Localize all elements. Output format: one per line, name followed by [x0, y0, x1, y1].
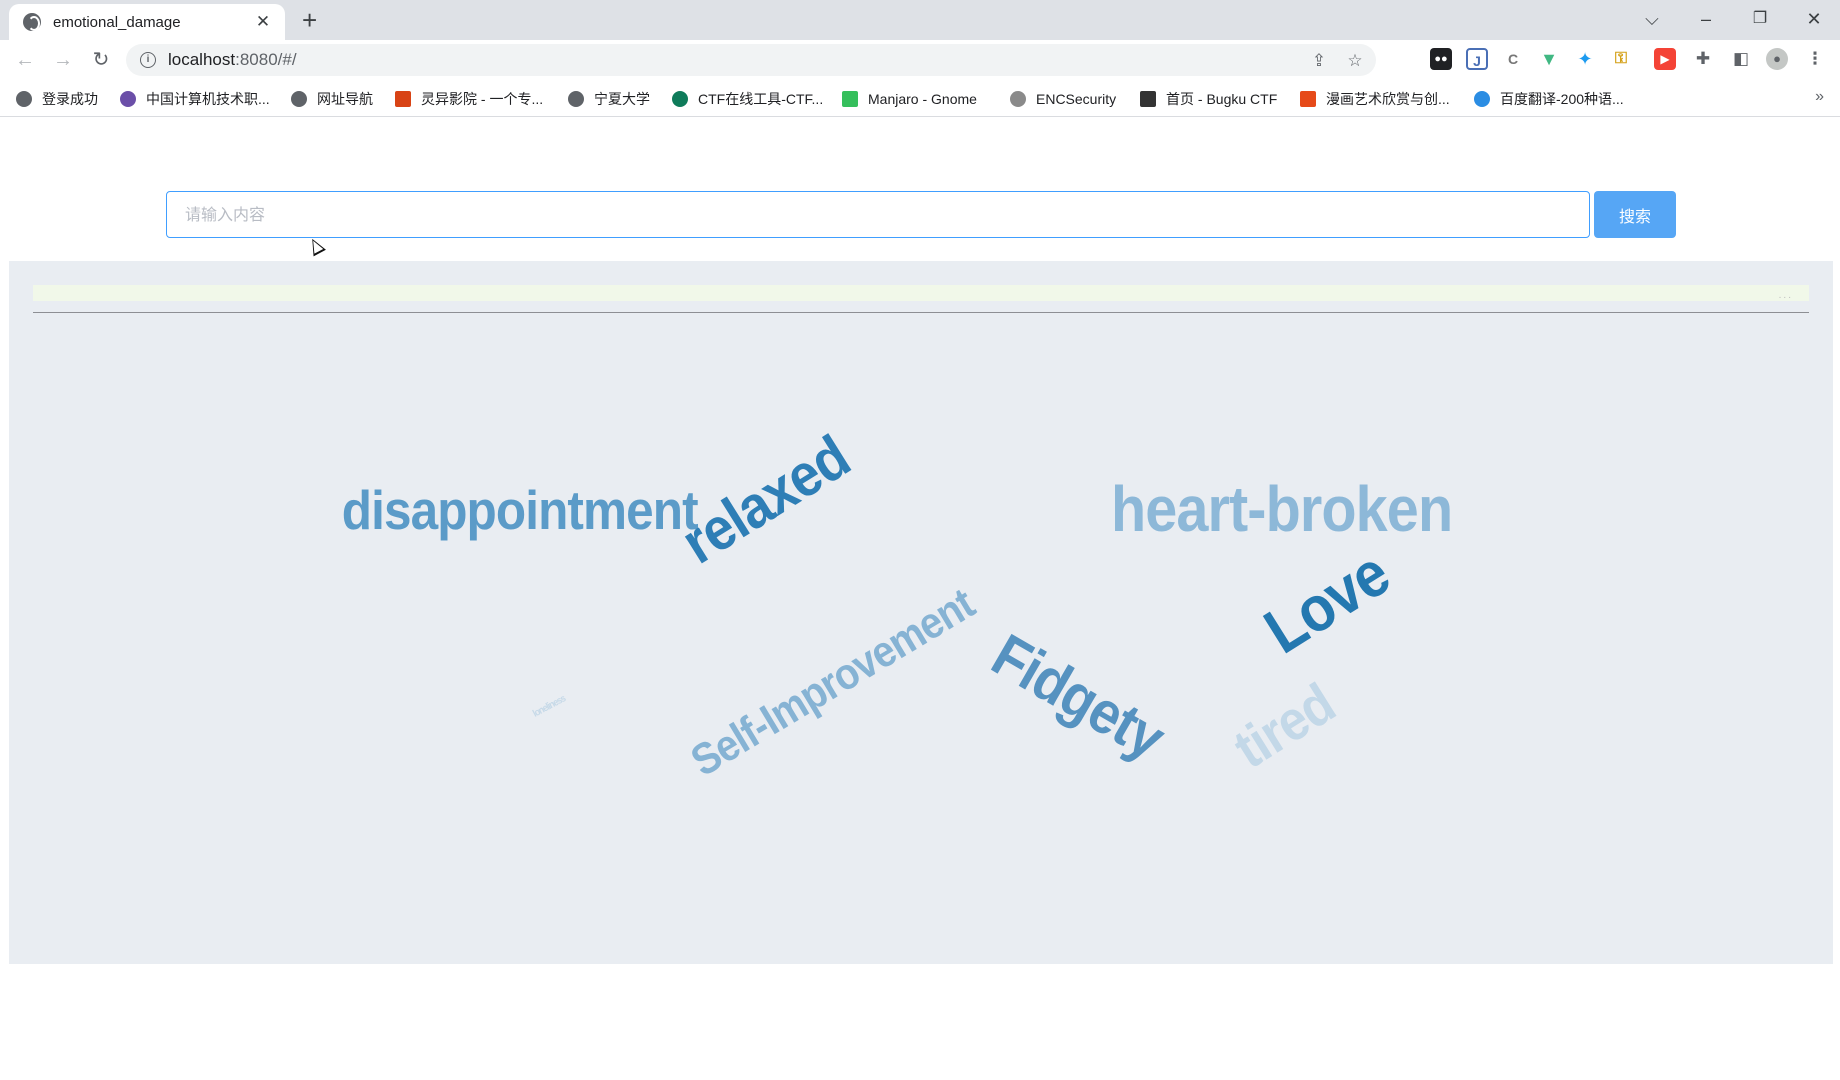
- word-cloud-term[interactable]: disappointment: [342, 483, 699, 538]
- word-cloud-panel: ... disappointment relaxed heart-broken …: [9, 261, 1833, 964]
- word-cloud-term[interactable]: Love: [1252, 537, 1401, 667]
- site-logo-icon: [1300, 91, 1316, 107]
- new-tab-button[interactable]: +: [302, 6, 317, 34]
- globe-icon: [16, 91, 32, 107]
- word-cloud-term[interactable]: tired: [1223, 671, 1345, 780]
- extension-icon[interactable]: ●●: [1430, 48, 1452, 70]
- bookmark-item[interactable]: ENCSecurity: [1010, 88, 1116, 110]
- tab-search-icon[interactable]: ⌵: [1632, 4, 1672, 34]
- vue-devtools-icon[interactable]: ▼: [1538, 48, 1560, 70]
- address-bar[interactable]: i localhost :8080/#/ ⇪ ☆: [126, 44, 1376, 76]
- close-window-button[interactable]: ✕: [1794, 4, 1834, 34]
- globe-icon: [23, 13, 41, 31]
- extension-icon[interactable]: J: [1466, 48, 1488, 70]
- site-logo-icon: [120, 91, 136, 107]
- site-logo-icon: [672, 91, 688, 107]
- bookmark-star-icon[interactable]: ☆: [1344, 50, 1366, 72]
- extensions-puzzle-icon[interactable]: ✚: [1692, 48, 1714, 70]
- side-panel-icon[interactable]: ◧: [1730, 48, 1752, 70]
- bookmark-item[interactable]: Manjaro - Gnome: [842, 88, 977, 110]
- globe-icon: [568, 91, 584, 107]
- profile-avatar-icon[interactable]: ●: [1766, 48, 1788, 70]
- minimize-button[interactable]: –: [1686, 4, 1726, 34]
- lock-icon: [1010, 91, 1026, 107]
- browser-tab-strip: emotional_damage ✕ + ⌵ – ❐ ✕: [0, 0, 1840, 40]
- extension-icon[interactable]: ▶: [1654, 48, 1676, 70]
- browser-toolbar: ← → ↻ i localhost :8080/#/ ⇪ ☆ ●● J C ▼ …: [0, 40, 1840, 80]
- word-cloud: disappointment relaxed heart-broken Love…: [9, 261, 1833, 964]
- bookmarks-bar: 登录成功 中国计算机技术职... 网址导航 灵异影院 - 一个专... 宁夏大学…: [0, 80, 1840, 117]
- forward-icon[interactable]: →: [48, 47, 78, 73]
- tab-close-icon[interactable]: ✕: [253, 12, 273, 32]
- flag-icon: [1140, 91, 1156, 107]
- site-logo-icon: [395, 91, 411, 107]
- extension-icon[interactable]: C: [1502, 48, 1524, 70]
- extension-icon[interactable]: ⚿: [1610, 48, 1632, 70]
- share-icon[interactable]: ⇪: [1308, 50, 1330, 72]
- bookmarks-overflow-icon[interactable]: »: [1815, 88, 1824, 106]
- browser-tab-active[interactable]: emotional_damage ✕: [9, 4, 285, 40]
- bookmark-item[interactable]: 宁夏大学: [568, 88, 650, 110]
- word-cloud-term[interactable]: Fidgety: [981, 621, 1175, 772]
- menu-kebab-icon[interactable]: ⋮: [1804, 48, 1826, 70]
- baidu-translate-icon: [1474, 91, 1490, 107]
- bookmark-item[interactable]: CTF在线工具-CTF...: [672, 88, 823, 110]
- tab-title: emotional_damage: [53, 13, 181, 31]
- globe-icon: [291, 91, 307, 107]
- url-path: :8080/#/: [235, 50, 297, 69]
- restore-button[interactable]: ❐: [1740, 4, 1780, 34]
- url-host: localhost: [168, 50, 236, 69]
- word-cloud-term[interactable]: heart-broken: [1111, 477, 1453, 541]
- bookmark-item[interactable]: 首页 - Bugku CTF: [1140, 88, 1277, 110]
- bookmark-item[interactable]: 网址导航: [291, 88, 373, 110]
- word-cloud-term[interactable]: loneliness: [531, 693, 567, 719]
- search-input[interactable]: [166, 191, 1590, 238]
- back-icon[interactable]: ←: [10, 47, 40, 73]
- bookmark-item[interactable]: 中国计算机技术职...: [120, 88, 270, 110]
- site-info-icon[interactable]: i: [140, 52, 156, 68]
- bookmark-item[interactable]: 漫画艺术欣赏与创...: [1300, 88, 1450, 110]
- reload-icon[interactable]: ↻: [86, 47, 116, 73]
- extension-icon[interactable]: ✦: [1574, 48, 1596, 70]
- manjaro-logo-icon: [842, 91, 858, 107]
- search-button[interactable]: 搜索: [1594, 191, 1676, 238]
- search-bar: 搜索: [166, 191, 1676, 239]
- bookmark-item[interactable]: 登录成功: [16, 88, 98, 110]
- bookmark-item[interactable]: 百度翻译-200种语...: [1474, 88, 1624, 110]
- word-cloud-term[interactable]: relaxed: [670, 423, 861, 577]
- page-viewport: 搜索 ... disappointment relaxed heart-brok…: [0, 118, 1840, 1080]
- bookmark-item[interactable]: 灵异影院 - 一个专...: [395, 88, 543, 110]
- word-cloud-term[interactable]: Self-Improvement: [683, 579, 983, 786]
